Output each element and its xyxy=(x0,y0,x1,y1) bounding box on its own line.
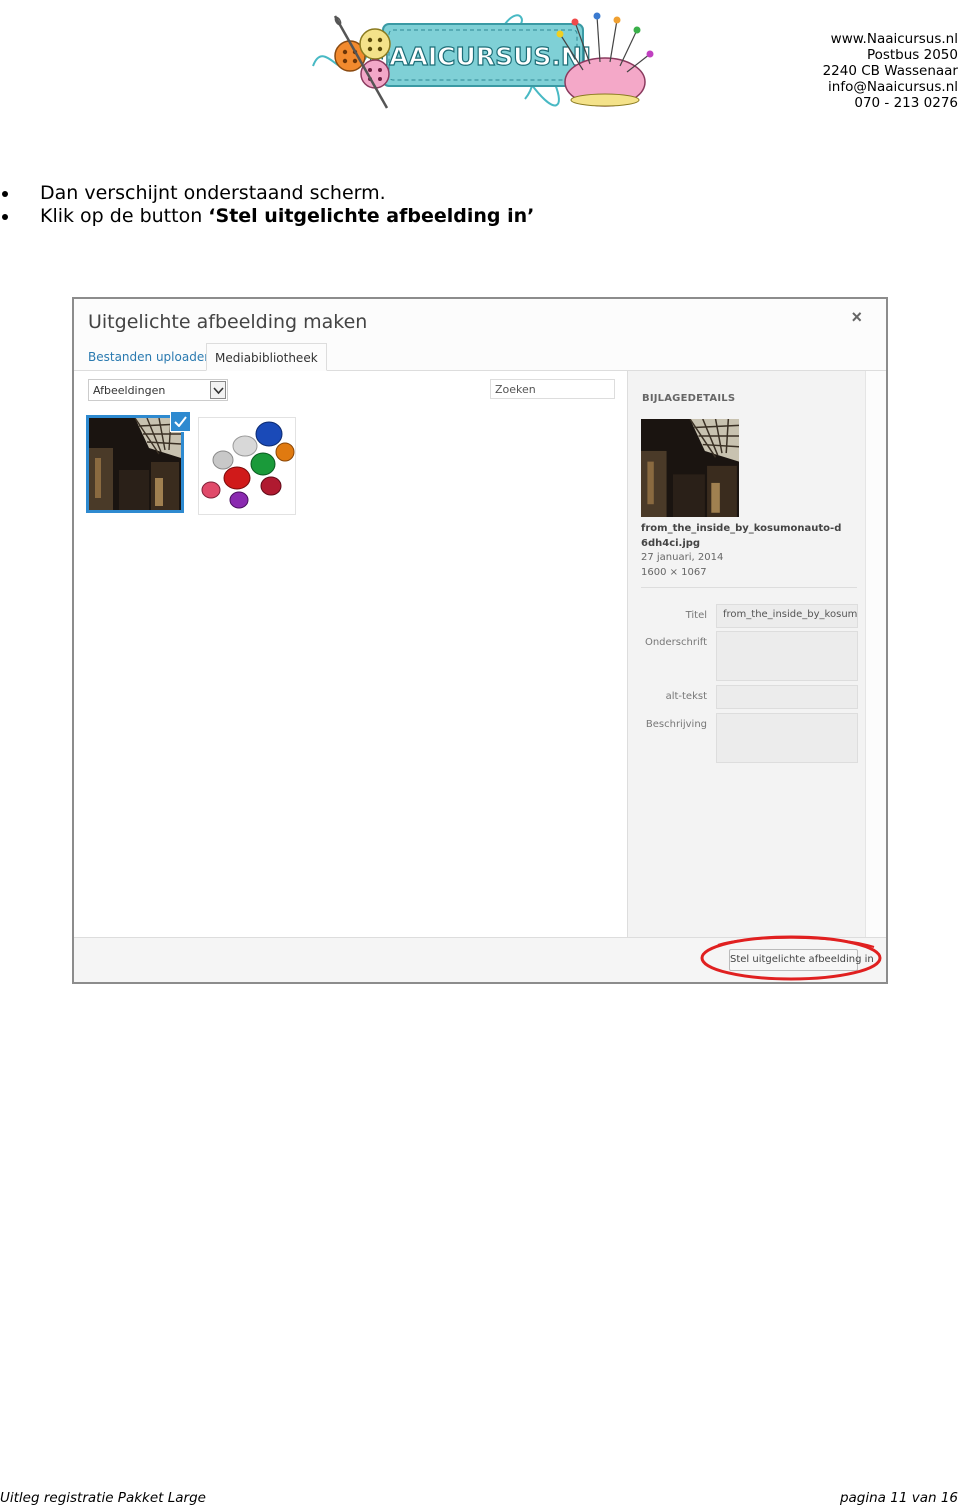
alt-text-field[interactable] xyxy=(716,685,858,709)
highlight-circle xyxy=(700,935,882,981)
media-type-value: Afbeeldingen xyxy=(93,384,166,397)
title-field[interactable]: from_the_inside_by_kosumon xyxy=(716,604,858,628)
attachment-date: 27 januari, 2014 xyxy=(641,552,724,563)
naaicursus-logo: NAAICURSUS.NL xyxy=(312,12,654,109)
selected-check-icon[interactable] xyxy=(170,411,191,432)
bullet-dot xyxy=(2,214,8,220)
attachment-details-heading: BIJLAGEDETAILS xyxy=(642,393,736,404)
alt-text-label: alt-tekst xyxy=(665,691,707,702)
contact-website: www.Naaicursus.nl xyxy=(830,31,958,47)
contact-postbus: Postbus 2050 xyxy=(866,47,958,63)
tab-media-library[interactable]: Mediabibliotheek xyxy=(206,343,327,371)
description-field[interactable] xyxy=(716,713,858,763)
instruction-item: Klik op de button ‘Stel uitgelichte afbe… xyxy=(0,205,940,228)
title-label: Titel xyxy=(685,610,707,621)
logo-wordmark: NAAICURSUS.NL xyxy=(368,42,598,71)
instruction-item: Dan verschijnt onderstaand scherm. xyxy=(0,182,940,205)
instruction-text: Klik op de button xyxy=(40,205,209,227)
details-divider xyxy=(641,587,857,588)
caption-label: Onderschrift xyxy=(644,637,707,648)
search-input[interactable]: Zoeken xyxy=(490,379,615,399)
close-icon[interactable]: × xyxy=(851,307,862,328)
instruction-list: Dan verschijnt onderstaand scherm. Klik … xyxy=(0,182,940,228)
footer-page-number: pagina 11 van 16 xyxy=(839,1490,958,1506)
media-dialog-screenshot: Uitgelichte afbeelding maken × Bestanden… xyxy=(72,297,888,984)
description-label: Beschrijving xyxy=(645,719,707,730)
caption-field[interactable] xyxy=(716,631,858,681)
chevron-down-icon[interactable] xyxy=(210,381,226,399)
media-type-select[interactable]: Afbeeldingen xyxy=(88,379,228,401)
bullet-dot xyxy=(2,191,8,197)
dialog-title: Uitgelichte afbeelding maken xyxy=(88,311,368,333)
contact-block: www.Naaicursus.nl Postbus 2050 2240 CB W… xyxy=(823,31,958,111)
page-footer: Uitleg registratie Pakket Large pagina 1… xyxy=(0,1490,960,1508)
attachment-meta: from_the_inside_by_kosumonauto-d6dh4ci.j… xyxy=(641,522,846,580)
attachment-preview-image xyxy=(641,419,739,517)
attachment-dimensions: 1600 × 1067 xyxy=(641,566,707,578)
scrollbar[interactable] xyxy=(865,371,886,937)
tab-upload-files[interactable]: Bestanden uploaden xyxy=(80,343,220,371)
contact-email: info@Naaicursus.nl xyxy=(828,79,958,95)
contact-city: 2240 CB Wassenaar xyxy=(822,63,958,79)
instruction-button-name: ‘Stel uitgelichte afbeelding in’ xyxy=(208,205,535,227)
attachment-filename: from_the_inside_by_kosumonauto-d6dh4ci.j… xyxy=(641,523,842,549)
media-thumb-gems[interactable] xyxy=(198,417,296,515)
contact-phone: 070 - 213 0276 xyxy=(854,95,958,111)
instruction-text: Dan verschijnt onderstaand scherm. xyxy=(40,182,386,204)
footer-document-title: Uitleg registratie Pakket Large xyxy=(0,1490,206,1506)
